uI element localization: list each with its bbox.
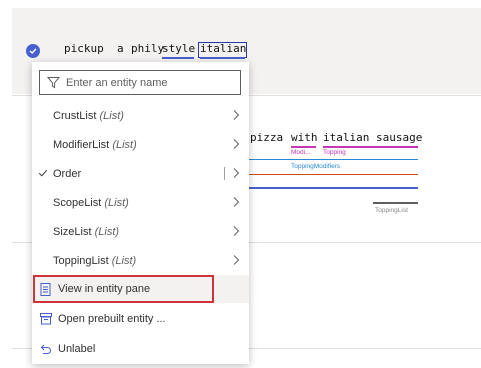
entity-filter-field[interactable] <box>39 70 241 95</box>
entity-bar[interactable] <box>249 187 418 189</box>
entity-search-input[interactable] <box>66 75 236 90</box>
entity-type: (List) <box>104 197 129 209</box>
topping-label-bar[interactable] <box>323 146 418 148</box>
utterance-word[interactable]: phily <box>131 42 164 55</box>
utterance-word[interactable]: style <box>162 42 195 55</box>
entity-type: (List) <box>112 139 137 151</box>
undo-icon <box>40 343 52 358</box>
menu-item-order[interactable]: Order <box>32 160 249 189</box>
chevron-right-icon <box>232 109 240 124</box>
checkmark-circle-icon[interactable] <box>26 44 40 58</box>
chevron-right-icon[interactable] <box>232 167 240 182</box>
unlabel-label: Unlabel <box>58 343 96 355</box>
modifier-label-bar[interactable] <box>291 146 316 148</box>
entity-name: ScopeList <box>53 197 102 209</box>
menu-item-toppinglist[interactable]: ToppingList (List) <box>32 247 249 276</box>
word-underline <box>200 57 245 59</box>
open-prebuilt-entity-label: Open prebuilt entity ... <box>58 313 166 325</box>
topping-list-bar[interactable] <box>373 202 418 204</box>
entity-name: Order <box>53 168 82 180</box>
topping-list-label[interactable]: ToppingList <box>375 207 408 214</box>
view-in-entity-pane-label: View in entity pane <box>58 283 151 295</box>
menu-item-scopelist[interactable]: ScopeList (List) <box>32 189 249 218</box>
utterance-word[interactable]: pizza <box>250 131 283 144</box>
modifier-label[interactable]: Modi... <box>291 149 311 156</box>
utterance-word[interactable]: sausage <box>376 131 422 144</box>
split-divider <box>224 167 225 180</box>
topping-modifiers-bar[interactable] <box>249 159 418 160</box>
utterance-word[interactable]: with <box>291 131 318 144</box>
filter-icon <box>46 76 61 94</box>
menu-item-sizelist[interactable]: SizeList (List) <box>32 218 249 247</box>
chevron-right-icon <box>232 138 240 153</box>
prebuilt-entity-icon <box>40 313 52 328</box>
open-prebuilt-entity-button[interactable]: Open prebuilt entity ... <box>32 305 249 334</box>
entity-menu: CrustList (List) ModifierList (List) Ord… <box>32 62 249 364</box>
document-icon <box>40 283 51 299</box>
entity-name: CrustList <box>53 110 97 122</box>
check-icon <box>38 168 48 181</box>
menu-item-modifierlist[interactable]: ModifierList (List) <box>32 131 249 160</box>
entity-type: (List) <box>94 226 120 238</box>
utterance-word[interactable]: italian <box>323 131 369 144</box>
topping-label[interactable]: Topping <box>323 149 346 156</box>
order-entity-bar[interactable] <box>249 174 418 175</box>
utterance-word[interactable]: pickup <box>64 42 104 55</box>
entity-name: ToppingList <box>53 255 109 267</box>
menu-item-crustlist[interactable]: CrustList (List) <box>32 102 249 131</box>
utterance-word[interactable]: a <box>117 42 124 55</box>
entity-type: (List) <box>99 110 124 122</box>
unlabel-button[interactable]: Unlabel <box>32 335 249 364</box>
chevron-right-icon <box>232 254 240 269</box>
chevron-right-icon <box>232 196 240 211</box>
view-in-entity-pane-button[interactable]: View in entity pane <box>32 275 249 303</box>
topping-modifiers-label[interactable]: ToppingModifiers <box>291 163 340 170</box>
selected-word[interactable]: italian <box>200 42 246 55</box>
entity-name: SizeList <box>53 226 92 238</box>
entity-name: ModifierList <box>53 139 110 151</box>
word-underline <box>162 57 194 59</box>
entity-type: (List) <box>111 255 137 267</box>
chevron-right-icon <box>232 225 240 240</box>
